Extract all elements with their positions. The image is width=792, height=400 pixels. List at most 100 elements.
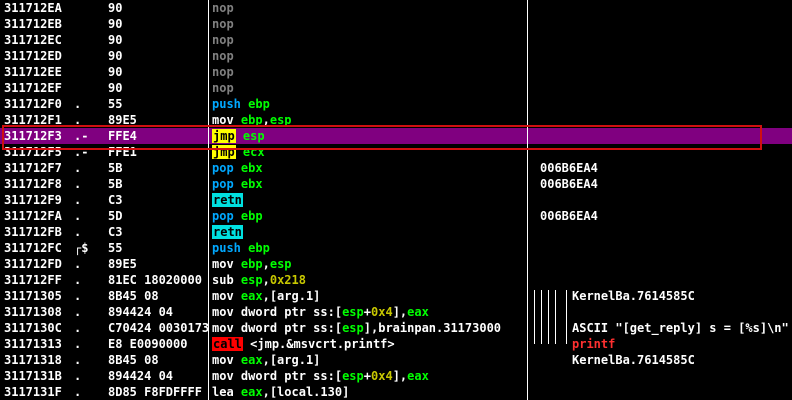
row-comment: 006B6EA4 xyxy=(540,209,598,223)
disasm-row[interactable]: 311712F7. 5B pop ebx 006B6EA4 xyxy=(0,160,792,176)
row-address: 311712FA xyxy=(4,209,62,223)
row-comment xyxy=(536,48,792,64)
row-instruction: retn xyxy=(212,192,524,208)
row-flow-marker: . xyxy=(74,209,82,223)
separator-asm-comment xyxy=(527,0,528,400)
row-address: 311712F8 xyxy=(4,177,62,191)
row-instruction: mov ebp,esp xyxy=(212,112,524,128)
row-mnemonic: nop xyxy=(212,33,234,47)
row-instruction: jmp ecx xyxy=(212,144,524,160)
row-mnemonic: mov xyxy=(212,353,234,367)
row-mnemonic: mov xyxy=(212,113,234,127)
row-operands: eax,[local.130] xyxy=(240,385,350,399)
disasm-row[interactable]: 311712F1. 89E5 mov ebp,esp xyxy=(0,112,792,128)
row-instruction: mov dword ptr ss:[esp+0x4],eax xyxy=(212,304,524,320)
row-flow-marker: . xyxy=(74,225,82,239)
row-address: 311712FF xyxy=(4,273,62,287)
row-instruction: sub esp,0x218 xyxy=(212,272,524,288)
disasm-row[interactable]: 311712EA 90 nop xyxy=(0,0,792,16)
disasm-row[interactable]: 311712FF. 81EC 18020000 sub esp,0x218 xyxy=(0,272,792,288)
row-hex-bytes: 90 xyxy=(108,81,123,95)
row-flow-marker: ┌$ xyxy=(74,241,89,255)
row-hex-bytes: 89E5 xyxy=(108,257,137,271)
row-mnemonic: push xyxy=(212,97,241,111)
disasm-row[interactable]: 311712FB. C3 retn xyxy=(0,224,792,240)
disasm-row[interactable]: 31171305. 8B45 08 mov eax,[arg.1] KernelBa.… xyxy=(0,288,792,304)
row-mnemonic: jmp xyxy=(212,145,236,159)
disasm-row[interactable]: 311712F5 .- FFE1 jmp ecx xyxy=(0,144,792,160)
disasm-row[interactable]: 311712EE 90 nop xyxy=(0,64,792,80)
row-comment xyxy=(536,96,792,112)
row-mnemonic: jmp xyxy=(212,129,236,143)
row-address: 31171308 xyxy=(4,305,62,319)
row-comment xyxy=(536,0,792,16)
disasm-row[interactable]: 311712EC 90 nop xyxy=(0,32,792,48)
arg-bracket-line xyxy=(555,290,556,344)
row-operands: ebp,esp xyxy=(240,257,292,271)
row-hex-bytes: FFE1 xyxy=(108,145,137,159)
disassembly-pane[interactable]: 311712EA 90 nop 311712EB 90 nop 311712EC 90 nop 3… xyxy=(0,0,792,400)
row-comment: KernelBa.7614585C xyxy=(572,289,695,303)
row-operands: ebp xyxy=(240,209,263,223)
row-comment xyxy=(536,128,792,144)
row-flow-marker: . xyxy=(74,385,82,399)
disasm-row[interactable]: 31171313. E8 E0090000 call <jmp.&msvcrt.pr… xyxy=(0,336,792,352)
row-hex-bytes: 90 xyxy=(108,49,123,63)
arg-bracket-line xyxy=(541,290,542,344)
row-comment: KernelBa.7614585C xyxy=(572,353,695,367)
row-address: 311712EC xyxy=(4,33,62,47)
row-comment xyxy=(536,368,792,384)
row-address: 311712FB xyxy=(4,225,62,239)
row-hex-bytes: 55 xyxy=(108,97,123,111)
row-hex-bytes: C3 xyxy=(108,225,123,239)
row-comment: printf xyxy=(572,337,616,351)
row-flow-marker: . xyxy=(74,193,82,207)
row-mnemonic: retn xyxy=(212,225,243,239)
row-instruction: mov dword ptr ss:[esp+0x4],eax xyxy=(212,368,524,384)
row-hex-bytes: FFE4 xyxy=(108,129,137,143)
row-flow-marker xyxy=(74,80,106,96)
disasm-row[interactable]: 311712F8. 5B pop ebx 006B6EA4 xyxy=(0,176,792,192)
disasm-row[interactable]: 311712FD. 89E5 mov ebp,esp xyxy=(0,256,792,272)
disasm-row[interactable]: 311712EF 90 nop xyxy=(0,80,792,96)
row-instruction: push ebp xyxy=(212,240,524,256)
row-operands: ebp xyxy=(248,97,270,111)
disasm-row[interactable]: 311712FC ┌$ 55 push ebp xyxy=(0,240,792,256)
row-instruction: mov ebp,esp xyxy=(212,256,524,272)
row-mnemonic: push xyxy=(212,241,241,255)
row-instruction: mov dword ptr ss:[esp],brainpan.31173000 xyxy=(212,320,524,336)
disasm-row[interactable]: 3117131B. 894424 04 mov dword ptr ss:[esp+… xyxy=(0,368,792,384)
disasm-row[interactable]: 3117131F. 8D85 F8FDFFFF lea eax,[local.130… xyxy=(0,384,792,400)
disasm-row[interactable]: 311712F9. C3 retn xyxy=(0,192,792,208)
disasm-row[interactable]: 311712EB 90 nop xyxy=(0,16,792,32)
row-address: 311712F7 xyxy=(4,161,62,175)
disasm-row[interactable]: 311712F3 .- FFE4 jmp esp xyxy=(0,128,792,144)
row-operands: dword ptr ss:[esp],brainpan.31173000 xyxy=(240,321,502,335)
row-instruction: call <jmp.&msvcrt.printf> xyxy=(212,336,524,352)
row-instruction: nop xyxy=(212,0,524,16)
row-address: 31171313 xyxy=(4,337,62,351)
row-flow-marker: . xyxy=(74,321,82,335)
row-operands: esp xyxy=(242,129,265,143)
row-operands: dword ptr ss:[esp+0x4],eax xyxy=(240,369,429,383)
call-bracket-line xyxy=(566,290,567,344)
row-address: 311712EF xyxy=(4,81,62,95)
disasm-row[interactable]: 311712F0. 55 push ebp xyxy=(0,96,792,112)
row-mnemonic: call xyxy=(212,337,243,351)
row-mnemonic: mov xyxy=(212,369,234,383)
disasm-row[interactable]: 3117130C. C70424 00301731 mov dword ptr ss… xyxy=(0,320,792,336)
row-instruction: mov eax,[arg.1] xyxy=(212,288,524,304)
disasm-row[interactable]: 31171308. 894424 04 mov dword ptr ss:[esp+… xyxy=(0,304,792,320)
disasm-row[interactable]: 31171318. 8B45 08 mov eax,[arg.1] KernelBa.… xyxy=(0,352,792,368)
row-hex-bytes: 90 xyxy=(108,65,123,79)
disasm-row[interactable]: 311712ED 90 nop xyxy=(0,48,792,64)
row-instruction: pop ebp xyxy=(212,208,524,224)
row-mnemonic: nop xyxy=(212,1,234,15)
row-comment xyxy=(536,112,792,128)
row-flow-marker xyxy=(74,32,106,48)
disasm-row[interactable]: 311712FA. 5D pop ebp 006B6EA4 xyxy=(0,208,792,224)
row-comment xyxy=(536,272,792,288)
row-hex-bytes: 894424 04 xyxy=(108,369,174,383)
row-operands: esp,0x218 xyxy=(240,273,306,287)
row-flow-marker xyxy=(74,16,106,32)
